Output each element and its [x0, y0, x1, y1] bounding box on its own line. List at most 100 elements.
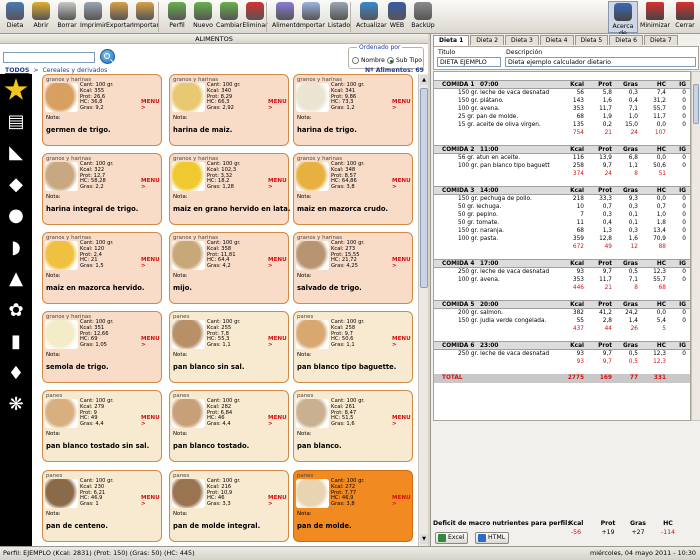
- meal-item-row[interactable]: 25 gr. pan de molde. 68 1,9 1,0 11,7 0: [434, 113, 690, 121]
- food-card[interactable]: granos y harinas Cant: 100 gr. Kcal: 273 Pr…: [293, 232, 413, 304]
- meal-item-row[interactable]: 150 gr. judia verde congelada. 55 2,8 1,4 5,…: [434, 317, 690, 325]
- sweets-icon[interactable]: ♦: [4, 362, 28, 386]
- meal-item-row[interactable]: 50 gr. tomate. 11 0,4 0,1 1,8 0: [434, 219, 690, 227]
- add-to-menu-link[interactable]: MENU >: [141, 178, 161, 190]
- radio-subtipo[interactable]: [387, 57, 394, 64]
- meal-item-row[interactable]: 100 gr. avena. 353 11,7 7,1 55,7 0: [434, 105, 690, 113]
- meal-item-row[interactable]: 56 gr. atun en aceite. 116 13,9 6,8 0,0 0: [434, 154, 690, 162]
- radio-nombre[interactable]: [352, 57, 359, 64]
- food-card[interactable]: granos y harinas Cant: 100 gr. Kcal: 120 Pr…: [42, 232, 162, 304]
- add-to-menu-link[interactable]: MENU >: [392, 178, 412, 190]
- dairy-icon[interactable]: ▤: [4, 110, 28, 134]
- toolbar-dieta-button[interactable]: Dieta: [2, 1, 28, 33]
- add-to-menu-link[interactable]: MENU >: [392, 336, 412, 348]
- toolbar-imprimir-button[interactable]: Imprimir: [80, 1, 106, 33]
- excel-export-button[interactable]: Excel: [435, 532, 469, 544]
- other-icon[interactable]: ❋: [4, 393, 28, 417]
- bread-icon[interactable]: ◗: [4, 236, 28, 260]
- search-button[interactable]: [100, 49, 115, 64]
- toolbar-listado-button[interactable]: Listado: [326, 1, 352, 33]
- tab-dieta-3[interactable]: Dieta 3: [505, 35, 539, 45]
- add-to-menu-link[interactable]: MENU >: [141, 99, 161, 111]
- food-card[interactable]: panes Cant: 100 gr. Kcal: 272 Prot: 7,77 HC:…: [293, 470, 413, 542]
- add-to-menu-link[interactable]: MENU >: [268, 336, 288, 348]
- add-to-menu-link[interactable]: MENU >: [392, 495, 412, 507]
- add-to-menu-link[interactable]: MENU >: [268, 415, 288, 427]
- titulo-input[interactable]: [437, 57, 501, 67]
- food-card[interactable]: panes Cant: 100 gr. Kcal: 216 Prot: 10,9 HC:…: [169, 470, 289, 542]
- diet-grid-scrollbar-thumb[interactable]: [693, 84, 699, 124]
- food-card[interactable]: granos y harinas Cant: 100 gr. Kcal: 102,3…: [169, 153, 290, 225]
- food-card[interactable]: granos y harinas Cant: 100 gr. Kcal: 348 Pr…: [293, 153, 413, 225]
- meal-item-row[interactable]: 150 gr. leche de vaca desnatad 56 5,8 0,3 7,…: [434, 89, 690, 97]
- toolbar-perfil-button[interactable]: Perfil: [164, 1, 190, 33]
- food-card[interactable]: granos y harinas Cant: 100 gr. Kcal: 358 Pr…: [169, 232, 289, 304]
- toolbar-alimento-button[interactable]: Alimento: [272, 1, 300, 33]
- meal-item-row[interactable]: 150 gr. naranja. 68 1,3 0,3 13,4 0: [434, 227, 690, 235]
- star-icon[interactable]: [4, 78, 28, 100]
- search-input[interactable]: [3, 52, 95, 63]
- toolbar-acerca-de-button[interactable]: Acerca de: [608, 1, 638, 37]
- toolbar-importar-button[interactable]: Importar: [132, 1, 159, 33]
- food-card[interactable]: panes Cant: 100 gr. Kcal: 279 Prot: 9 HC: 49…: [42, 390, 162, 462]
- meal-header-row[interactable]: COMIDA 5 20:00 Kcal Prot Gras HC IG: [434, 300, 690, 309]
- meal-item-row[interactable]: 250 gr. leche de vaca desnatad 93 9,7 0,5 12…: [434, 350, 690, 358]
- add-to-menu-link[interactable]: MENU >: [268, 257, 288, 269]
- food-card[interactable]: granos y harinas Cant: 100 gr. Kcal: 340 Pr…: [169, 74, 289, 146]
- add-to-menu-link[interactable]: MENU >: [141, 495, 161, 507]
- add-to-menu-link[interactable]: MENU >: [392, 415, 412, 427]
- scrollbar-thumb[interactable]: [420, 88, 428, 288]
- toolbar-cerrar-button[interactable]: Cerrar: [670, 1, 700, 33]
- food-card[interactable]: panes Cant: 100 gr. Kcal: 258 Prot: 9,7 HC: …: [293, 311, 413, 383]
- meal-item-row[interactable]: 50 gr. pepino. 7 0,3 0,1 1,0 0: [434, 211, 690, 219]
- food-card[interactable]: granos y harinas Cant: 100 gr. Kcal: 341 Pr…: [293, 74, 413, 146]
- toolbar-backup-button[interactable]: BackUp: [410, 1, 436, 33]
- food-card[interactable]: panes Cant: 100 gr. Kcal: 282 Prot: 6,84 HC:…: [169, 390, 289, 462]
- meal-item-row[interactable]: 150 gr. plátano. 143 1,6 0,4 31,2 0: [434, 97, 690, 105]
- food-card[interactable]: panes Cant: 100 gr. Kcal: 261 Prot: 8,47 HC:…: [293, 390, 413, 462]
- descripcion-input[interactable]: [505, 57, 696, 67]
- add-to-menu-link[interactable]: MENU >: [392, 99, 412, 111]
- tab-dieta-2[interactable]: Dieta 2: [470, 35, 505, 45]
- meat-icon[interactable]: ◣: [4, 141, 28, 165]
- tab-dieta-7[interactable]: Dieta 7: [643, 35, 678, 45]
- food-card[interactable]: panes Cant: 100 gr. Kcal: 255 Prot: 7,8 HC: …: [169, 311, 289, 383]
- meal-item-row[interactable]: 250 gr. leche de vaca desnatad 93 9,7 0,5 12…: [434, 268, 690, 276]
- meal-header-row[interactable]: COMIDA 2 11:00 Kcal Prot Gras HC IG: [434, 145, 690, 154]
- tab-dieta-5[interactable]: Dieta 5: [574, 35, 609, 45]
- toolbar-cambiar-button[interactable]: Cambiar: [216, 1, 242, 33]
- meal-item-row[interactable]: 15 gr. aceite de oliva virgen. 135 0,2 15,0…: [434, 121, 690, 129]
- tab-dieta-1[interactable]: Dieta 1: [433, 35, 470, 46]
- add-to-menu-link[interactable]: MENU >: [268, 495, 288, 507]
- add-to-menu-link[interactable]: MENU >: [268, 99, 288, 111]
- toolbar-abrir-button[interactable]: Abrir: [28, 1, 54, 33]
- meal-item-row[interactable]: 100 gr. pasta. 359 12,8 1,6 70,9 0: [434, 235, 690, 243]
- add-to-menu-link[interactable]: MENU >: [392, 257, 412, 269]
- add-to-menu-link[interactable]: MENU >: [141, 336, 161, 348]
- oil-icon[interactable]: ▲: [4, 267, 28, 291]
- meal-item-row[interactable]: 100 gr. avena. 353 11,7 7,1 55,7 0: [434, 276, 690, 284]
- fish-icon[interactable]: ◆: [4, 173, 28, 197]
- toolbar-minimizar-button[interactable]: Minimizar: [640, 1, 670, 33]
- add-to-menu-link[interactable]: MENU >: [141, 257, 161, 269]
- meal-item-row[interactable]: 150 gr. pechuga de pollo. 218 33,3 9,3 0,0 0: [434, 195, 690, 203]
- drink-icon[interactable]: ▮: [4, 330, 28, 354]
- meal-item-row[interactable]: 50 gr. lechuga. 10 0,7 0,3 0,7 0: [434, 203, 690, 211]
- food-grid-scrollbar[interactable]: ▲ ▼: [418, 74, 428, 546]
- toolbar-web-button[interactable]: WEB: [384, 1, 410, 33]
- scroll-down-arrow-icon[interactable]: ▼: [420, 534, 428, 544]
- meal-header-row[interactable]: COMIDA 6 23:00 Kcal Prot Gras HC IG: [434, 341, 690, 350]
- toolbar-actualizar-button[interactable]: Actualizar: [356, 1, 387, 33]
- vegetable-icon[interactable]: ✿: [4, 299, 28, 323]
- sort-by-name-radio[interactable]: Nombre: [352, 57, 385, 64]
- food-card[interactable]: granos y harinas Cant: 100 gr. Kcal: 322 Pr…: [42, 153, 162, 225]
- toolbar-nuevo-button[interactable]: Nuevo: [190, 1, 216, 33]
- sort-by-subtype-radio[interactable]: Sub Tipo: [387, 57, 422, 64]
- fruit-icon[interactable]: ●: [4, 204, 28, 228]
- toolbar-importar-button[interactable]: Importar: [298, 1, 325, 33]
- diet-grid-scrollbar[interactable]: [691, 71, 700, 421]
- meal-header-row[interactable]: COMIDA 3 14:00 Kcal Prot Gras HC IG: [434, 186, 690, 195]
- food-card[interactable]: panes Cant: 100 gr. Kcal: 230 Prot: 6,21 HC:…: [42, 470, 162, 542]
- toolbar-exportar-button[interactable]: Exportar: [106, 1, 133, 33]
- meal-item-row[interactable]: 100 gr. pan blanco tipo baguett 258 9,7 1,1…: [434, 162, 690, 170]
